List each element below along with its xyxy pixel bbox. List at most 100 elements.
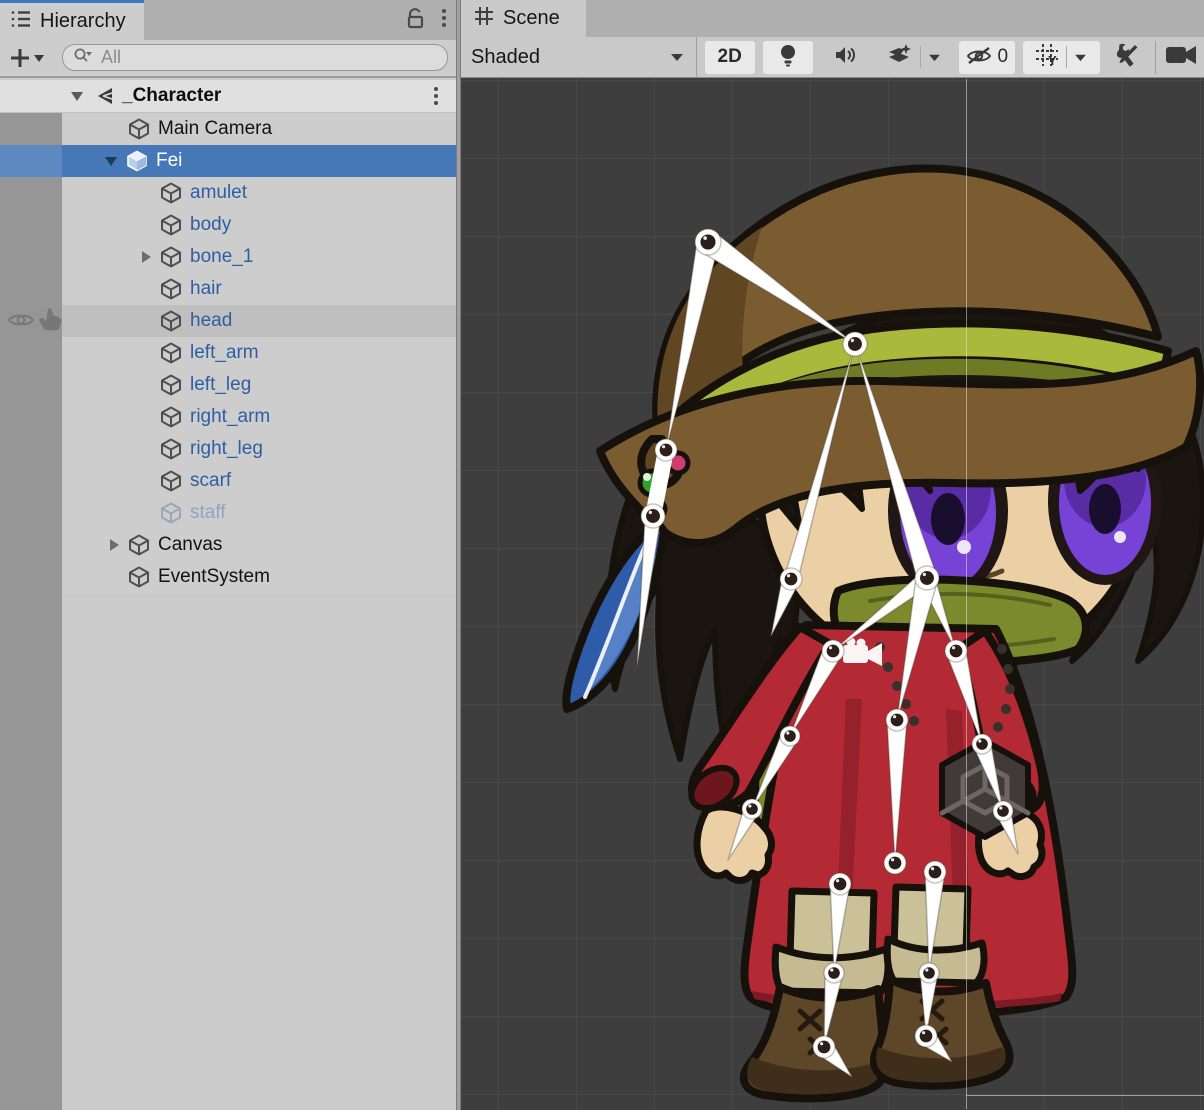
bone-joint[interactable]	[886, 709, 908, 731]
item-label: Main Camera	[158, 118, 272, 140]
hierarchy-item-right_leg[interactable]: right_leg	[62, 433, 456, 465]
scene-tabbar: Scene	[461, 0, 1204, 37]
effects-dropdown-button[interactable]	[877, 41, 950, 74]
hierarchy-item-head[interactable]: head	[62, 305, 456, 337]
hierarchy-item-eventsystem[interactable]: EventSystem	[62, 561, 456, 593]
item-label: head	[190, 310, 232, 332]
unity-logo-icon	[90, 80, 116, 112]
tools-wrench-icon	[1114, 42, 1140, 73]
bone-joint[interactable]	[655, 439, 677, 461]
scene-tools-button[interactable]	[1106, 41, 1149, 74]
item-label: scarf	[190, 470, 231, 492]
foldout-spacer	[132, 465, 158, 497]
item-label: hair	[190, 278, 222, 300]
visibility-eye-icon[interactable]	[7, 309, 35, 336]
bone-joint[interactable]	[742, 799, 762, 819]
foldout-collapsed-icon[interactable]	[100, 529, 126, 561]
bone-joint[interactable]	[829, 873, 851, 895]
grid-settings-button[interactable]: Y	[1023, 41, 1100, 74]
foldout-spacer	[132, 177, 158, 209]
prefab-cube-icon	[124, 145, 150, 177]
hierarchy-panel: Hierarchy _Ch	[0, 0, 456, 1110]
scene-panel: Scene Shaded 2D	[461, 0, 1204, 1110]
item-label: right_arm	[190, 406, 270, 428]
shading-mode-dropdown[interactable]: Shaded	[461, 37, 697, 78]
eye-hidden-icon	[965, 44, 993, 71]
camera-icon	[1165, 43, 1199, 72]
bone-joint[interactable]	[822, 640, 844, 662]
item-label: EventSystem	[158, 566, 270, 588]
picking-hand-icon[interactable]	[38, 306, 64, 337]
bone-joint[interactable]	[780, 568, 802, 590]
foldout-spacer	[132, 209, 158, 241]
scene-canvas[interactable]	[461, 78, 1204, 1110]
toggle-2d-label: 2D	[718, 46, 742, 68]
scene-viewport[interactable]	[461, 78, 1204, 1110]
bone-joint[interactable]	[919, 963, 939, 983]
search-input[interactable]	[99, 46, 403, 69]
hidden-objects-button[interactable]: 0	[959, 41, 1015, 74]
toggle-2d-button[interactable]: 2D	[705, 41, 755, 74]
dropdown-arrow-icon	[670, 52, 684, 62]
item-label: right_leg	[190, 438, 263, 460]
hierarchy-item-right_arm[interactable]: right_arm	[62, 401, 456, 433]
hierarchy-item-body[interactable]: body	[62, 209, 456, 241]
hierarchy-item-amulet[interactable]: amulet	[62, 177, 456, 209]
hierarchy-item-bone_1[interactable]: bone_1	[62, 241, 456, 273]
gameobject-cube-icon	[126, 561, 152, 593]
gameobject-cube-icon	[158, 433, 184, 465]
foldout-spacer	[132, 273, 158, 305]
gameobject-cube-icon	[158, 401, 184, 433]
hierarchy-item-fei[interactable]: Fei	[0, 145, 456, 177]
bone-joint[interactable]	[945, 640, 967, 662]
scene-camera-button[interactable]	[1160, 41, 1204, 74]
kebab-menu-icon[interactable]	[440, 7, 448, 34]
hierarchy-item-canvas[interactable]: Canvas	[62, 529, 456, 561]
character-sprite-fei[interactable]	[566, 169, 1203, 1099]
gameobject-cube-icon	[158, 241, 184, 273]
dropdown-arrow-icon	[1074, 53, 1087, 62]
bone-joint[interactable]	[824, 963, 844, 983]
bone-joint[interactable]	[843, 332, 867, 356]
bone-joint[interactable]	[924, 861, 946, 883]
bone-joint[interactable]	[695, 229, 721, 255]
bone-joint[interactable]	[813, 1036, 835, 1058]
foldout-spacer	[100, 561, 126, 593]
gameobject-cube-icon	[126, 113, 152, 145]
audio-toggle-button[interactable]	[821, 41, 871, 74]
kebab-menu-icon[interactable]	[432, 85, 440, 112]
hierarchy-item-scarf[interactable]: scarf	[62, 465, 456, 497]
hierarchy-item-left_leg[interactable]: left_leg	[62, 369, 456, 401]
gameobject-cube-icon	[158, 465, 184, 497]
tab-scene[interactable]: Scene	[461, 0, 586, 37]
bone-joint[interactable]	[915, 566, 939, 590]
bone-joint[interactable]	[972, 734, 992, 754]
gameobject-cube-icon	[126, 529, 152, 561]
audio-speaker-icon	[834, 44, 858, 71]
item-label: _Character	[122, 85, 221, 107]
gameobject-cube-icon	[158, 305, 184, 337]
bone-joint[interactable]	[884, 852, 906, 874]
gameobject-cube-icon	[158, 273, 184, 305]
hierarchy-tabbar: Hierarchy	[0, 0, 456, 40]
gameobject-cube-icon	[158, 177, 184, 209]
item-label: staff	[190, 502, 226, 524]
hierarchy-item-left_arm[interactable]: left_arm	[62, 337, 456, 369]
unlock-icon[interactable]	[406, 7, 426, 34]
scene-tab-label: Scene	[503, 7, 560, 30]
lighting-toggle-button[interactable]	[763, 41, 813, 74]
bone-joint[interactable]	[780, 726, 800, 746]
foldout-spacer	[132, 401, 158, 433]
bone-joint[interactable]	[915, 1025, 937, 1047]
bone-joint[interactable]	[993, 801, 1013, 821]
hierarchy-item-main camera[interactable]: Main Camera	[62, 113, 456, 145]
scene-header-row[interactable]: _Character	[0, 80, 456, 113]
hierarchy-item-staff[interactable]: staff	[62, 497, 456, 529]
foldout-expanded-icon[interactable]	[98, 145, 124, 177]
item-label: bone_1	[190, 246, 253, 268]
foldout-collapsed-icon[interactable]	[132, 241, 158, 273]
hierarchy-item-hair[interactable]: hair	[62, 273, 456, 305]
bone-joint[interactable]	[641, 504, 665, 528]
foldout-expanded-icon[interactable]	[64, 80, 90, 112]
search-field[interactable]	[62, 44, 448, 71]
